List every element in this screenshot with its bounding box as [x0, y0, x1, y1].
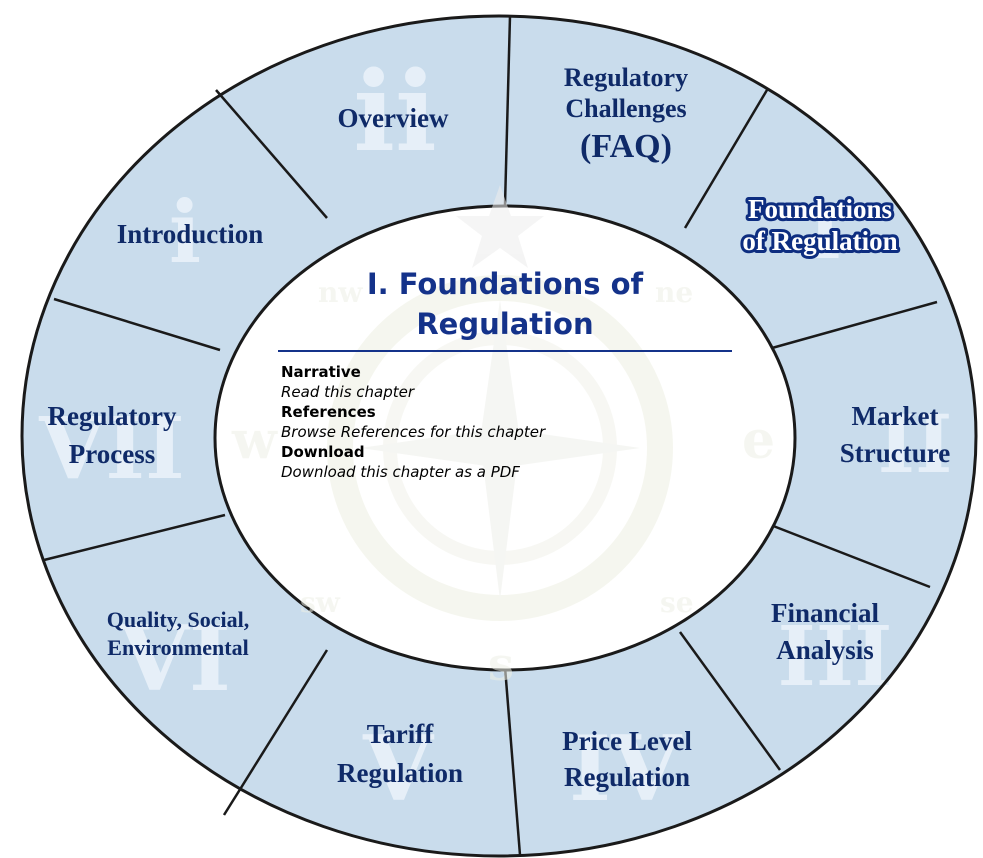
foundations-label-line1[interactable]: Foundations: [745, 191, 895, 227]
svg-text:s: s: [488, 637, 514, 691]
svg-text:w: w: [231, 410, 278, 471]
download-heading[interactable]: Download: [281, 442, 721, 462]
overview-label[interactable]: Overview: [338, 103, 449, 133]
tariff-label-line2[interactable]: Regulation: [337, 758, 463, 788]
faq-label-line2[interactable]: Challenges: [565, 94, 686, 123]
market-label-line1[interactable]: Market: [852, 401, 939, 431]
nav-faq[interactable]: Regulatory Challenges (FAQ): [564, 63, 688, 165]
references-link[interactable]: Browse References for this chapter: [281, 422, 721, 442]
process-label-line2[interactable]: Process: [69, 439, 155, 469]
narrative-heading[interactable]: Narrative: [281, 362, 721, 382]
quality-label-line2[interactable]: Environmental: [107, 635, 248, 660]
svg-text:se: se: [660, 586, 694, 619]
title-divider: [278, 350, 732, 352]
references-heading[interactable]: References: [281, 402, 721, 422]
nav-introduction[interactable]: Introduction: [117, 219, 264, 249]
chapter-title-line2: Regulation: [416, 307, 594, 341]
chapter-menu: Narrative Read this chapter References B…: [281, 362, 721, 482]
svg-text:sw: sw: [300, 586, 341, 619]
faq-label-line1[interactable]: Regulatory: [564, 63, 688, 92]
process-label-line1[interactable]: Regulatory: [48, 401, 177, 431]
financial-label-line2[interactable]: Analysis: [776, 635, 874, 665]
tariff-label-line1[interactable]: Tariff: [367, 719, 435, 749]
chapter-title: I. Foundations of Regulation: [305, 264, 705, 344]
nav-overview[interactable]: Overview: [338, 103, 449, 133]
svg-text:e: e: [742, 410, 775, 471]
price-label-line2[interactable]: Regulation: [564, 762, 690, 792]
chapter-title-line1: I. Foundations of: [366, 267, 644, 301]
narrative-link[interactable]: Read this chapter: [281, 382, 721, 402]
financial-label-line1[interactable]: Financial: [771, 598, 880, 628]
market-label-line2[interactable]: Structure: [840, 438, 950, 468]
price-label-line1[interactable]: Price Level: [562, 726, 692, 756]
quality-label-line1[interactable]: Quality, Social,: [107, 607, 249, 632]
introduction-label[interactable]: Introduction: [117, 219, 264, 249]
foundations-label-line2[interactable]: of Regulation: [739, 223, 900, 259]
faq-label-line3[interactable]: (FAQ): [580, 128, 672, 165]
download-link[interactable]: Download this chapter as a PDF: [281, 462, 721, 482]
